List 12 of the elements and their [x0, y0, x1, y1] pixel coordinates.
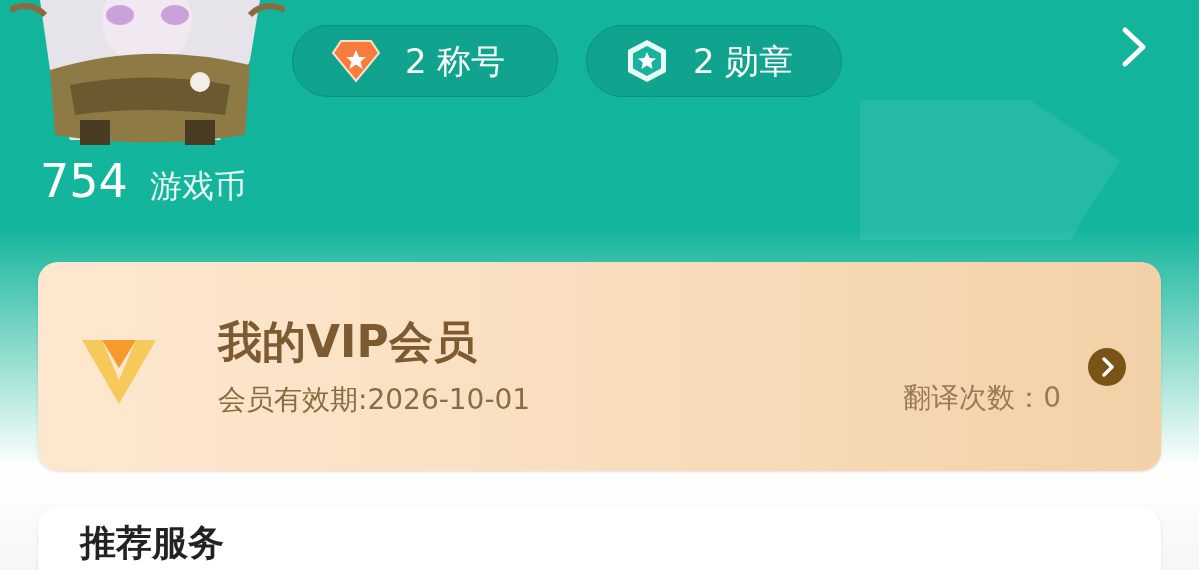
chevron-right-icon[interactable] — [1087, 346, 1127, 387]
coin-count: 754 — [40, 158, 128, 204]
services-title: 推荐服务 — [80, 522, 224, 563]
vip-expiry: 会员有效期:2026-10-01 — [218, 385, 531, 414]
vip-card[interactable]: 我的VIP会员 会员有效期:2026-10-01 翻译次数：0 — [38, 262, 1161, 471]
translation-count: 翻译次数：0 — [903, 379, 1061, 416]
coin-label: 游戏币 — [149, 170, 246, 202]
badge-pill[interactable]: 2 称号 — [292, 25, 558, 97]
hexagon-star-icon — [625, 38, 669, 84]
diamond-icon — [331, 39, 381, 83]
vip-title: 我的VIP会员 — [218, 319, 478, 364]
badge-pill[interactable]: 2 勋章 — [586, 25, 842, 97]
